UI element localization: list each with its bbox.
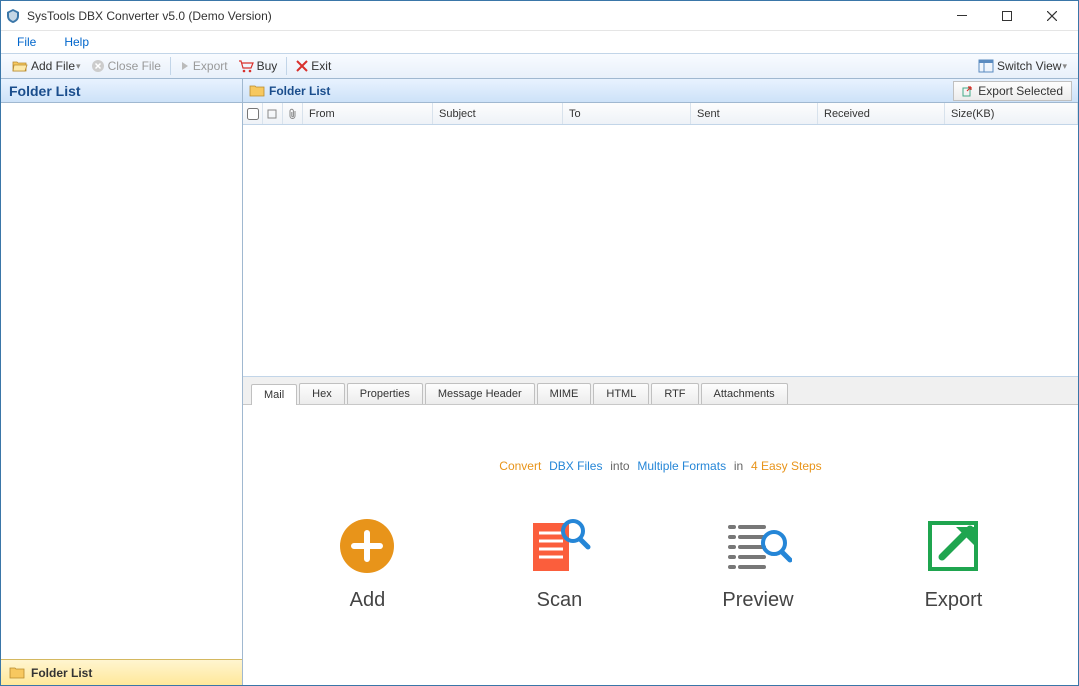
folder-open-icon <box>12 59 28 73</box>
mail-list-header-label: Folder List <box>269 84 330 98</box>
buy-label: Buy <box>257 59 278 73</box>
tab-html[interactable]: HTML <box>593 383 649 404</box>
tab-hex[interactable]: Hex <box>299 383 345 404</box>
toolbar-separator <box>286 57 287 75</box>
exit-x-icon <box>296 60 308 72</box>
plus-circle-icon <box>338 517 396 575</box>
col-size[interactable]: Size(KB) <box>945 103 1078 124</box>
promo-title: Convert DBX Files into Multiple Formats … <box>499 445 821 477</box>
step-add: Add <box>338 517 396 612</box>
folder-icon <box>249 84 265 97</box>
step-preview-label: Preview <box>722 589 793 612</box>
window-controls <box>939 2 1074 30</box>
export-arrow-icon <box>180 60 190 72</box>
switch-view-label: Switch View <box>997 59 1061 73</box>
close-file-button[interactable]: Close File <box>86 57 166 75</box>
folder-list-header: Folder List <box>1 79 242 103</box>
tab-mail[interactable]: Mail <box>251 384 297 405</box>
step-add-label: Add <box>350 589 386 612</box>
exit-button[interactable]: Exit <box>291 57 336 75</box>
col-sent[interactable]: Sent <box>691 103 818 124</box>
buy-button[interactable]: Buy <box>233 57 283 75</box>
paperclip-icon <box>288 108 298 120</box>
menubar: File Help <box>1 31 1078 53</box>
menu-help[interactable]: Help <box>58 33 95 51</box>
tab-properties[interactable]: Properties <box>347 383 423 404</box>
window-title: SysTools DBX Converter v5.0 (Demo Versio… <box>27 9 939 23</box>
dropdown-arrow-icon: ▾ <box>76 61 81 72</box>
folder-icon <box>9 666 25 679</box>
select-all-checkbox[interactable] <box>247 108 259 120</box>
promo-area: Convert DBX Files into Multiple Formats … <box>243 405 1078 685</box>
promo-word-in: in <box>734 459 743 473</box>
folder-list-footer[interactable]: Folder List <box>1 659 242 685</box>
col-attachment-icon[interactable] <box>283 103 303 124</box>
mail-grid-header: From Subject To Sent Received Size(KB) <box>243 103 1078 125</box>
left-panel: Folder List Folder List <box>1 79 243 685</box>
export-arrow-box-icon <box>924 517 982 575</box>
mail-list-header: Folder List Export Selected <box>243 79 1078 103</box>
switch-view-button[interactable]: Switch View ▾ <box>973 57 1072 75</box>
app-icon <box>5 8 21 24</box>
col-received[interactable]: Received <box>818 103 945 124</box>
export-selected-label: Export Selected <box>978 84 1063 98</box>
promo-word-dbx: DBX Files <box>549 459 602 473</box>
add-file-button[interactable]: Add File ▾ <box>7 57 86 75</box>
col-read-icon[interactable] <box>263 103 283 124</box>
toolbar: Add File ▾ Close File Export Buy Exit Sw… <box>1 53 1078 79</box>
tab-attachments[interactable]: Attachments <box>701 383 788 404</box>
step-export-label: Export <box>925 589 983 612</box>
exit-label: Exit <box>311 59 331 73</box>
toolbar-separator <box>170 57 171 75</box>
close-file-icon <box>91 59 105 73</box>
tab-rtf[interactable]: RTF <box>651 383 698 404</box>
col-subject[interactable]: Subject <box>433 103 563 124</box>
promo-word-steps: 4 Easy Steps <box>751 459 822 473</box>
export-selected-button[interactable]: Export Selected <box>953 81 1072 101</box>
close-file-label: Close File <box>108 59 161 73</box>
list-search-icon <box>724 517 792 575</box>
main-area: Folder List Folder List Folder List Expo… <box>1 79 1078 685</box>
layout-icon <box>978 59 994 73</box>
step-scan: Scan <box>527 517 591 612</box>
minimize-button[interactable] <box>939 2 984 30</box>
menu-file[interactable]: File <box>11 33 42 51</box>
step-scan-label: Scan <box>537 589 583 612</box>
shopping-cart-icon <box>238 59 254 73</box>
tab-message-header[interactable]: Message Header <box>425 383 535 404</box>
col-checkbox[interactable] <box>243 103 263 124</box>
add-file-label: Add File <box>31 59 75 73</box>
dropdown-arrow-icon: ▾ <box>1062 61 1067 72</box>
export-selected-icon <box>962 85 974 97</box>
close-button[interactable] <box>1029 2 1074 30</box>
document-search-icon <box>527 517 591 575</box>
folder-list-footer-label: Folder List <box>31 666 92 680</box>
promo-steps: Add Scan <box>243 517 1078 612</box>
mail-grid-body[interactable] <box>243 125 1078 377</box>
right-panel: Folder List Export Selected From Subject… <box>243 79 1078 685</box>
col-from[interactable]: From <box>303 103 433 124</box>
col-to[interactable]: To <box>563 103 691 124</box>
promo-word-into: into <box>610 459 629 473</box>
export-label: Export <box>193 59 228 73</box>
promo-word-formats: Multiple Formats <box>637 459 726 473</box>
maximize-button[interactable] <box>984 2 1029 30</box>
step-export: Export <box>924 517 982 612</box>
step-preview: Preview <box>722 517 793 612</box>
tab-mime[interactable]: MIME <box>537 383 592 404</box>
preview-tabs: Mail Hex Properties Message Header MIME … <box>243 377 1078 405</box>
folder-tree[interactable] <box>1 103 242 659</box>
page-icon <box>267 109 278 119</box>
export-button[interactable]: Export <box>175 57 233 75</box>
titlebar: SysTools DBX Converter v5.0 (Demo Versio… <box>1 1 1078 31</box>
promo-word-convert: Convert <box>499 459 541 473</box>
